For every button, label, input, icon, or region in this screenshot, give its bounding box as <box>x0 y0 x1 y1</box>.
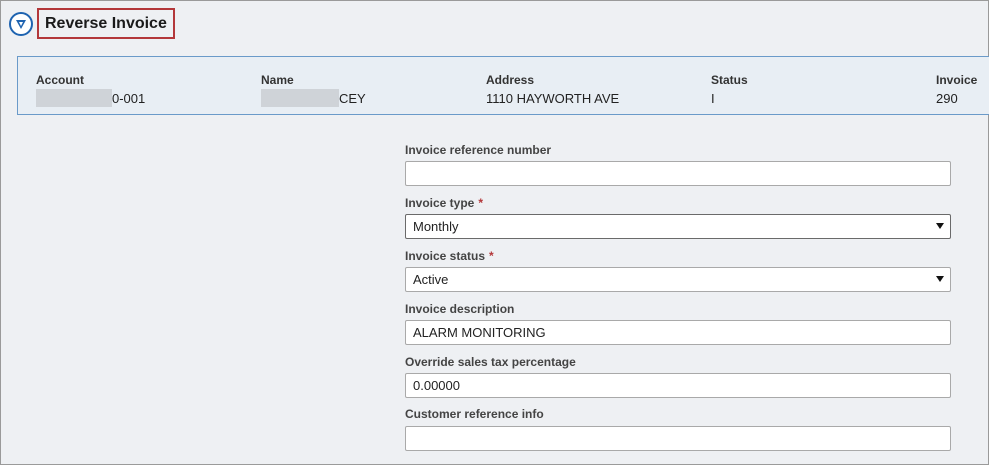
required-marker: * <box>478 196 484 210</box>
description-group: Invoice description ALARM MONITORING <box>405 302 951 345</box>
invoice-type-label: Invoice type <box>405 196 475 210</box>
address-label: Address <box>486 73 535 87</box>
page-title: Reverse Invoice <box>45 14 167 32</box>
redacted-block <box>36 89 112 107</box>
tax-label: Override sales tax percentage <box>405 355 576 369</box>
name-value: CEY <box>339 90 366 106</box>
page-frame: Reverse Invoice Account 0-001 Name CEY A… <box>0 0 989 465</box>
name-column: Name CEY <box>261 73 366 107</box>
invoice-type-label-row: Invoice type * <box>405 196 951 210</box>
description-input[interactable]: ALARM MONITORING <box>405 320 951 345</box>
ref-number-input[interactable] <box>405 161 951 186</box>
invoice-status-select[interactable]: Active <box>405 267 951 292</box>
invoice-type-group: Invoice type * Monthly <box>405 196 951 239</box>
name-label: Name <box>261 73 294 87</box>
customer-ref-label: Customer reference info <box>405 407 544 421</box>
invoice-status-label: Invoice status <box>405 249 486 263</box>
account-value: 0-001 <box>112 90 146 106</box>
invoice-column: Invoice 290 <box>936 73 977 106</box>
status-label: Status <box>711 73 748 87</box>
ref-number-label: Invoice reference number <box>405 143 552 157</box>
invoice-type-select[interactable]: Monthly <box>405 214 951 239</box>
status-column: Status I <box>711 73 748 106</box>
tax-group: Override sales tax percentage 0.00000 <box>405 355 951 398</box>
account-label: Account <box>36 73 84 87</box>
invoice-status-label-row: Invoice status * <box>405 249 951 263</box>
invoice-label: Invoice <box>936 73 978 87</box>
dropdown-arrow-icon <box>936 276 944 282</box>
back-arrow-circle-icon[interactable] <box>9 11 33 36</box>
account-column: Account 0-001 <box>36 73 146 107</box>
customer-ref-group: Customer reference info <box>405 407 951 451</box>
dropdown-arrow-icon <box>936 223 944 229</box>
account-value-row: 0-001 <box>36 89 146 107</box>
invoice-value: 290 <box>936 90 958 106</box>
customer-ref-input[interactable] <box>405 426 951 451</box>
tax-input[interactable]: 0.00000 <box>405 373 951 398</box>
description-label: Invoice description <box>405 302 515 316</box>
required-marker: * <box>489 249 494 263</box>
name-value-row: CEY <box>261 89 366 107</box>
invoice-type-value: Monthly <box>413 219 459 234</box>
title-bar: Reverse Invoice <box>5 7 175 40</box>
account-info-panel: Account 0-001 Name CEY Address 1110 HAYW… <box>17 56 989 115</box>
invoice-status-group: Invoice status * Active <box>405 249 951 292</box>
redacted-block <box>261 89 339 107</box>
invoice-status-value: Active <box>413 272 449 287</box>
page-title-box: Reverse Invoice <box>37 8 175 39</box>
address-value: 1110 HAYWORTH AVE <box>486 90 620 106</box>
address-column: Address 1110 HAYWORTH AVE <box>486 73 619 106</box>
ref-number-group: Invoice reference number <box>405 143 951 186</box>
status-value: I <box>711 90 715 106</box>
